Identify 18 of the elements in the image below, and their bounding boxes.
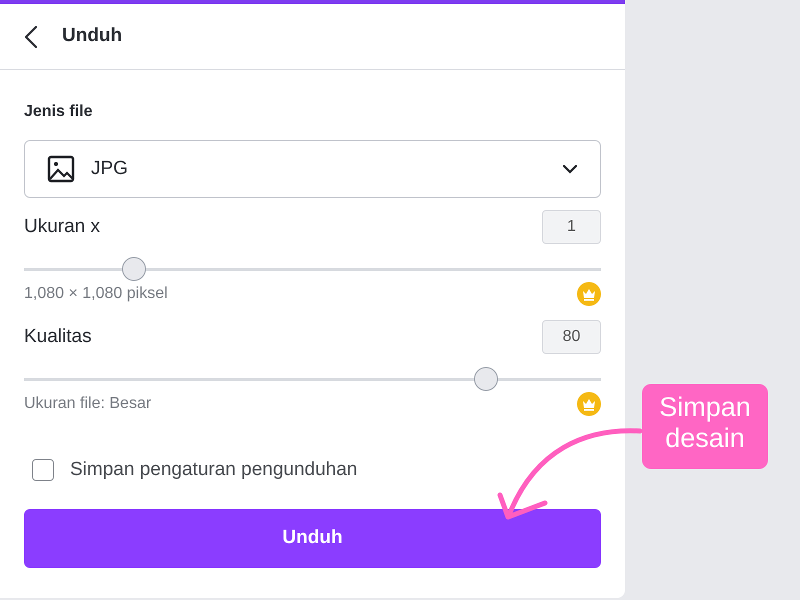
checkbox[interactable] (32, 459, 54, 482)
slider-thumb[interactable] (122, 257, 146, 281)
slider-label: Ukuran x (24, 214, 100, 239)
download-button[interactable]: Unduh (24, 508, 601, 568)
number-input[interactable]: 80 (542, 320, 601, 354)
slider-thumb[interactable] (474, 367, 498, 391)
field-label: Jenis file (24, 102, 94, 122)
chevron-icon (562, 164, 578, 174)
file-type-dropdown[interactable]: JPG (24, 140, 601, 198)
back-icon[interactable] (24, 24, 38, 48)
slider-caption: Ukuran file: Besar (24, 394, 152, 414)
panel-title: Unduh (62, 24, 122, 48)
callout-label: Simpan desain (642, 384, 768, 469)
slider-caption: 1,080 × 1,080 piksel (24, 284, 168, 304)
slider-label: Kualitas (24, 324, 92, 349)
image-icon (47, 155, 75, 183)
number-input[interactable]: 1 (542, 210, 601, 244)
checkbox-label: Simpan pengaturan pengunduhan (70, 458, 358, 482)
